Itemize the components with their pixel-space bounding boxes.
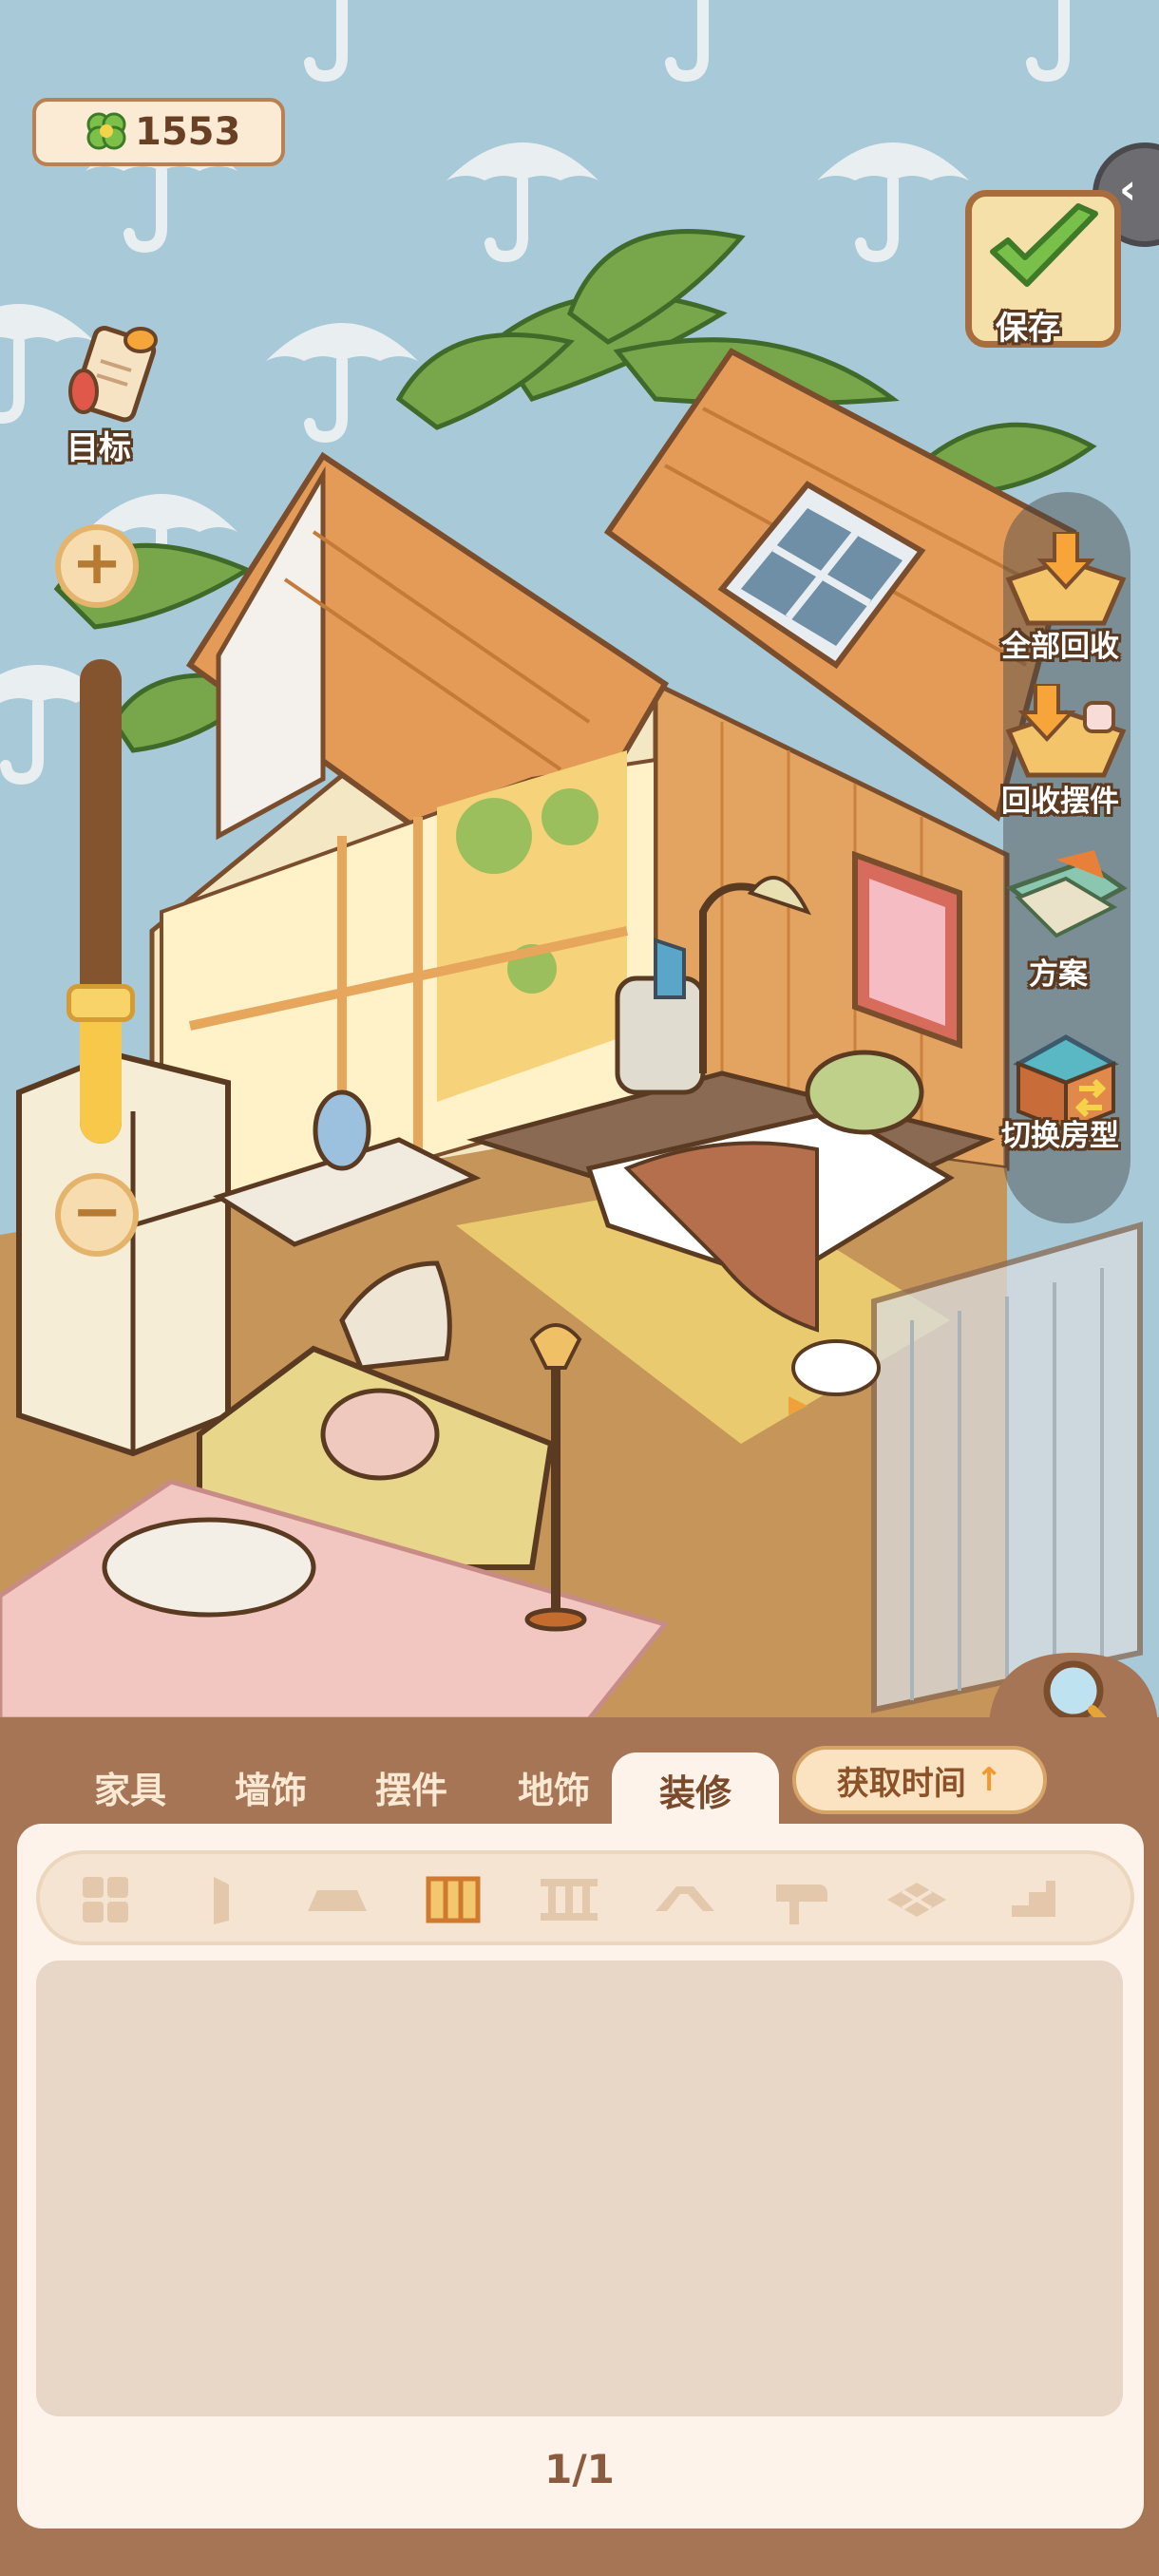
currency-value: 1553	[135, 110, 241, 154]
subcat-roof[interactable]	[652, 1866, 718, 1933]
recycle-all-label[interactable]: 全部回收	[1001, 622, 1119, 665]
tab-wall-decor[interactable]: 墙饰	[209, 1752, 332, 1821]
grid-all-icon	[83, 1877, 128, 1923]
subcat-path[interactable]	[884, 1866, 950, 1933]
zoom-out-button[interactable]: −	[55, 1173, 139, 1257]
clover-icon	[86, 112, 126, 150]
tab-furniture[interactable]: 家具	[68, 1752, 192, 1821]
zoom-slider-handle[interactable]	[66, 984, 135, 1022]
subcat-floor[interactable]	[304, 1866, 370, 1933]
roof-icon	[656, 1886, 714, 1911]
subcat-door[interactable]	[188, 1866, 255, 1933]
recycle-ornaments-label[interactable]: 回收摆件	[1001, 777, 1119, 820]
subcat-all[interactable]	[72, 1866, 139, 1933]
minus-icon: −	[71, 1177, 123, 1247]
page-indicator: 1/1	[544, 2446, 615, 2492]
currency-display: 1553	[32, 98, 285, 166]
window-frame-icon	[426, 1876, 481, 1923]
plan-label[interactable]: 方案	[1029, 950, 1088, 993]
plus-icon: +	[71, 528, 123, 598]
checkmark-icon	[990, 203, 1098, 287]
floor-tile-icon	[308, 1890, 367, 1911]
magnifier-icon[interactable]	[988, 1643, 1159, 1719]
subcat-stairs[interactable]	[999, 1866, 1066, 1933]
path-stones-icon	[887, 1883, 946, 1917]
sort-label: 获取时间	[836, 1764, 966, 1803]
switch-room-label[interactable]: 切换房型	[1001, 1111, 1119, 1154]
subcat-mailbox[interactable]	[768, 1866, 834, 1933]
sort-by-time-button[interactable]: 获取时间 ↑	[792, 1746, 1047, 1814]
chevron-left-icon: ‹	[1119, 165, 1137, 214]
room-scene[interactable]: 1553 目标 + − ‹ 保存 全部回收 回收摆件 方案 切换房型	[0, 0, 1159, 1719]
railing-icon	[541, 1879, 598, 1921]
stairs-icon	[1012, 1881, 1055, 1917]
mailbox-icon	[776, 1885, 827, 1924]
door-icon	[214, 1877, 229, 1924]
tab-ornaments[interactable]: 摆件	[350, 1752, 473, 1821]
item-grid	[36, 1960, 1123, 2416]
zoom-in-button[interactable]: +	[55, 524, 139, 608]
tab-floor-decor[interactable]: 地饰	[492, 1752, 616, 1821]
subcat-window[interactable]	[420, 1866, 486, 1933]
plan-icon[interactable]	[999, 850, 1132, 964]
goal-label[interactable]: 目标	[66, 422, 131, 468]
subcat-railing[interactable]	[536, 1866, 602, 1933]
arrow-up-icon: ↑	[975, 1761, 1003, 1799]
goal-scroll-icon[interactable]	[55, 323, 167, 427]
tab-renovation[interactable]: 装修	[612, 1752, 779, 1827]
save-label[interactable]: 保存	[996, 302, 1060, 349]
